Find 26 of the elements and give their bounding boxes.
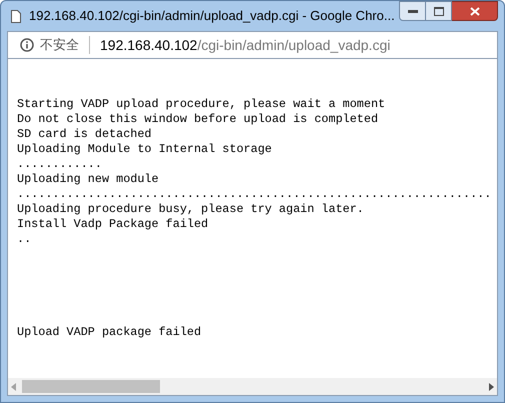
address-bar[interactable]: 不安全 192.168.40.102/cgi-bin/admin/upload_vadp.cgi [7,31,498,59]
minimize-icon [408,10,418,12]
security-label: 不安全 [40,36,79,54]
log-line: Uploading procedure busy, please try again later. [17,202,365,217]
maximize-icon [434,6,444,16]
page-icon [11,10,21,22]
horizontal-scrollbar[interactable] [8,378,497,395]
log-line: ............ [17,157,103,172]
log-line: Uploading new module [17,172,160,187]
log-line: ................................................................... [17,187,492,202]
log-line: SD card is detached [17,127,153,142]
window-title: 192.168.40.102/cgi-bin/admin/upload_vadp.cgi - Google Chro... [29,7,395,26]
log-line: Uploading Module to Internal storage [17,142,273,157]
log-line: Starting VADP upload procedure, please wait a moment [17,97,386,112]
close-button[interactable] [452,1,498,21]
info-icon [20,38,34,52]
minimize-button[interactable] [399,1,426,21]
result-message: Upload VADP package failed [17,325,202,340]
close-icon [470,6,480,16]
url-text: 192.168.40.102/cgi-bin/admin/upload_vadp.cgi [100,36,390,55]
log-line: Do not close this window before upload is completed [17,112,380,127]
scrollbar-thumb[interactable] [22,380,160,393]
maximize-button[interactable] [426,1,452,21]
log-line: Install Vadp Package failed [17,217,210,232]
log-line: .. [17,232,32,247]
scroll-right-icon[interactable] [489,382,494,390]
